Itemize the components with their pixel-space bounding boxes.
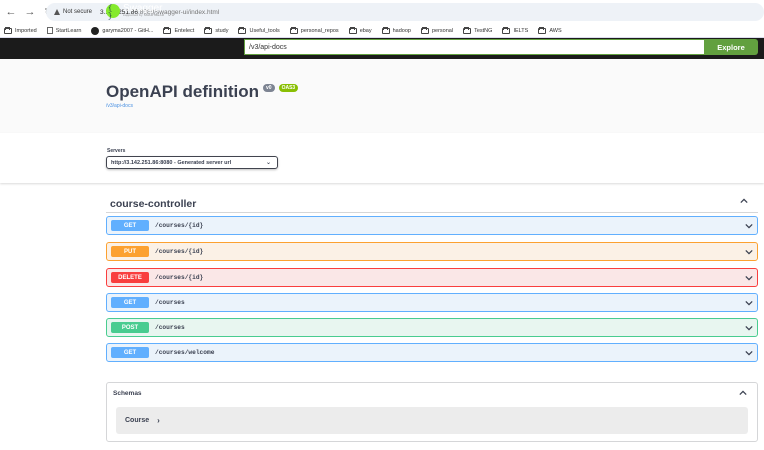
chevron-down-icon[interactable]: [745, 299, 753, 307]
bookmark-label: personal_repos: [300, 27, 339, 34]
folder-icon: [381, 26, 390, 34]
bookmark-label: Imported: [15, 27, 37, 34]
forward-icon[interactable]: →: [22, 4, 38, 20]
bookmark-item[interactable]: Imported: [4, 26, 37, 34]
bookmark-label: ebay: [359, 27, 372, 34]
operation-path: /courses/{id}: [155, 274, 204, 281]
spec-link[interactable]: /v3/api-docs: [106, 103, 133, 109]
folder-icon: [289, 26, 298, 34]
title-row: OpenAPI definition v0 OAS3: [106, 82, 299, 102]
bookmark-item[interactable]: personal_repos: [289, 26, 339, 34]
bookmark-item[interactable]: Entelect: [163, 26, 195, 34]
method-badge: GET: [111, 297, 149, 308]
folder-icon: [538, 26, 547, 34]
folder-icon: [348, 26, 357, 34]
bookmark-item[interactable]: garyma2007 - GitH...: [91, 26, 154, 35]
tag-header[interactable]: course-controller: [106, 195, 758, 213]
security-badge[interactable]: Not secure: [54, 9, 92, 15]
operation-path: /courses: [155, 299, 185, 306]
operation-post[interactable]: POST/courses: [106, 318, 758, 337]
bookmark-item[interactable]: personal: [420, 26, 454, 34]
model-course[interactable]: Course ›: [116, 407, 748, 434]
bookmark-label: garyma2007 - GitH...: [102, 27, 154, 34]
model-name: Course: [125, 417, 150, 424]
schemas-title[interactable]: Schemas: [113, 390, 142, 397]
method-badge: GET: [111, 347, 149, 358]
operation-get[interactable]: GET/courses: [106, 293, 758, 312]
warning-icon: [54, 9, 60, 15]
bookmark-item[interactable]: StartLearn: [46, 27, 82, 34]
chevron-down-icon[interactable]: [745, 274, 753, 282]
operation-path: /courses/{id}: [155, 222, 204, 229]
bookmark-label: Entelect: [174, 27, 195, 34]
servers-label: Servers: [107, 148, 126, 154]
page-title: OpenAPI definition: [106, 82, 259, 101]
chevron-down-icon[interactable]: [745, 324, 753, 332]
operation-path: /courses: [155, 324, 185, 331]
chevron-down-icon: ⌄: [265, 160, 271, 166]
logo-subtitle: supported by SMARTBEAR: [123, 13, 165, 17]
method-badge: PUT: [111, 246, 149, 257]
chevron-down-icon[interactable]: [745, 349, 753, 357]
swagger-logo[interactable]: Swagger supported by SMARTBEAR: [106, 1, 165, 21]
bookmark-label: study: [215, 27, 229, 34]
operation-get[interactable]: GET/courses/welcome: [106, 343, 758, 362]
version-badge: v0: [263, 83, 275, 92]
swagger-logo-icon: [106, 3, 120, 21]
operation-path: /courses/welcome: [155, 349, 215, 356]
bookmark-item[interactable]: hadoop: [381, 26, 411, 34]
method-badge: DELETE: [111, 272, 149, 283]
bookmark-item[interactable]: TestNG: [463, 26, 493, 34]
folder-icon: [163, 26, 172, 34]
operation-path: /courses/{id}: [155, 248, 204, 255]
oas-badge: OAS3: [278, 83, 299, 92]
bookmark-label: AWS: [549, 27, 562, 34]
bookmark-label: hadoop: [392, 27, 411, 34]
folder-icon: [204, 26, 213, 34]
bookmark-label: personal: [431, 27, 454, 34]
chevron-down-icon[interactable]: [745, 248, 753, 256]
bookmarks-bar: Imported StartLearn garyma2007 - GitH... En…: [0, 24, 764, 38]
operation-put[interactable]: PUT/courses/{id}: [106, 242, 758, 261]
operation-delete[interactable]: DELETE/courses/{id}: [106, 268, 758, 287]
servers-selected-value: http://3.142.251.86:8080 - Generated ser…: [111, 159, 232, 166]
bookmark-label: Useful_tools: [249, 27, 280, 34]
method-badge: GET: [111, 220, 149, 231]
folder-icon: [420, 26, 429, 34]
expand-arrow-icon: ›: [157, 416, 160, 425]
bookmark-label: StartLearn: [55, 27, 82, 34]
back-icon[interactable]: ←: [3, 4, 19, 20]
bookmark-item[interactable]: IELTS: [502, 26, 529, 34]
chevron-down-icon[interactable]: [745, 222, 753, 230]
bookmark-item[interactable]: AWS: [538, 26, 562, 34]
folder-icon: [4, 26, 12, 34]
bookmark-label: TestNG: [474, 27, 493, 34]
bookmark-item[interactable]: Useful_tools: [238, 26, 280, 34]
github-icon: [91, 26, 100, 35]
page-icon: [46, 27, 53, 34]
tag-name: course-controller: [110, 197, 197, 210]
api-url-input[interactable]: /v3/api-docs: [244, 39, 704, 55]
explore-button[interactable]: Explore: [704, 39, 758, 55]
chevron-up-icon[interactable]: [739, 389, 747, 397]
security-label: Not secure: [63, 9, 93, 15]
method-badge: POST: [111, 322, 149, 333]
servers-select[interactable]: http://3.142.251.86:8080 - Generated ser…: [106, 156, 278, 169]
operation-get[interactable]: GET/courses/{id}: [106, 216, 758, 235]
schemas-section: Schemas Course ›: [106, 382, 758, 442]
folder-icon: [238, 26, 247, 34]
chevron-up-icon[interactable]: [740, 197, 748, 205]
bookmark-item[interactable]: ebay: [348, 26, 372, 34]
bookmark-item[interactable]: study: [204, 26, 229, 34]
bookmark-label: IELTS: [513, 27, 529, 34]
folder-icon: [502, 26, 511, 34]
folder-icon: [463, 26, 472, 34]
